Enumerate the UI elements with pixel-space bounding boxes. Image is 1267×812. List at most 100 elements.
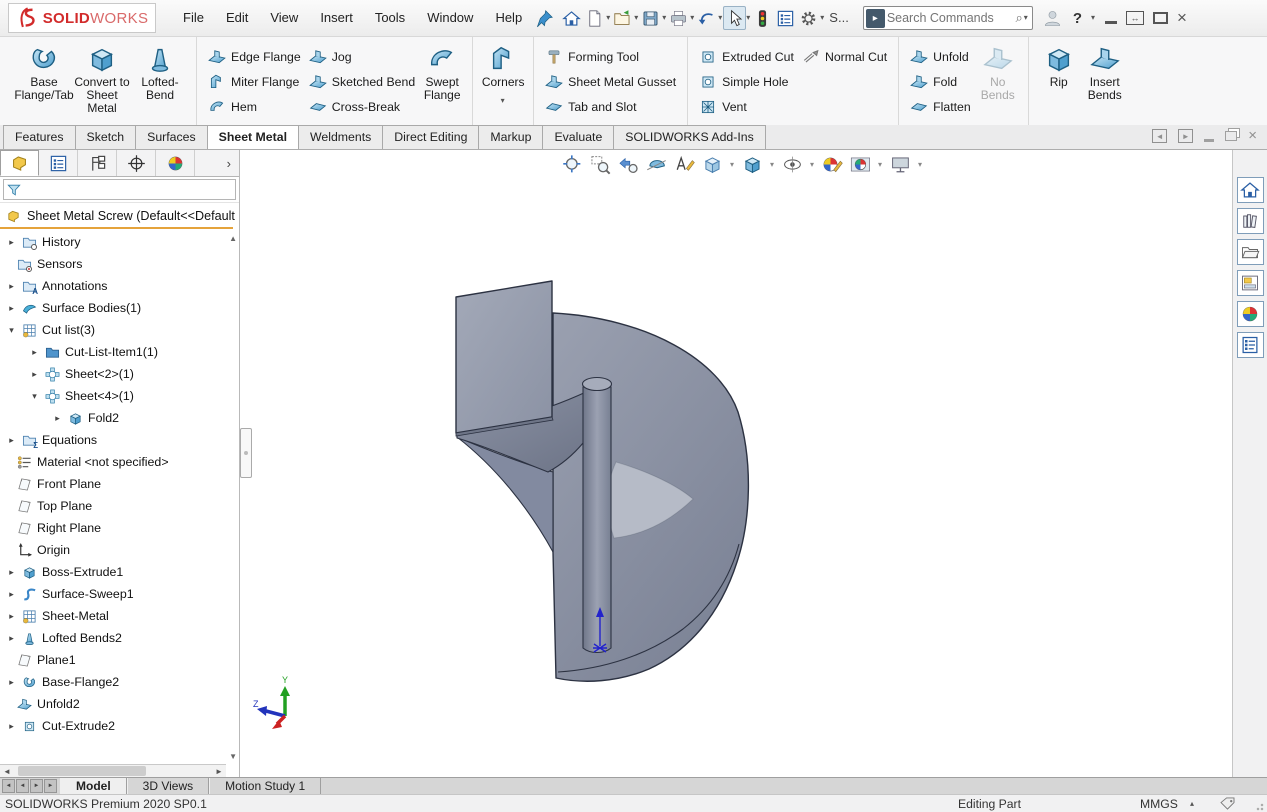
new-document-button[interactable]	[583, 6, 606, 30]
corners-caret-icon[interactable]: ▾	[501, 89, 505, 113]
normal-cut-button[interactable]: Normal Cut	[802, 46, 887, 67]
sheet-metal-gusset-button[interactable]: Sheet Metal Gusset	[545, 71, 676, 92]
tab-dimxpert[interactable]	[117, 150, 156, 176]
tree-item-cut-extrude2[interactable]: ▸Cut-Extrude2	[0, 715, 239, 737]
hide-show-items-icon[interactable]	[780, 152, 804, 176]
tab-features[interactable]: Features	[3, 125, 76, 149]
tree-item-surface-bodies[interactable]: ▸Surface Bodies(1)	[0, 297, 239, 319]
forming-tool-button[interactable]: Forming Tool	[545, 46, 676, 67]
tab-direct-editing[interactable]: Direct Editing	[382, 125, 479, 149]
tab-property-manager[interactable]	[39, 150, 78, 176]
tree-root-item[interactable]: Sheet Metal Screw (Default<<Default	[0, 206, 239, 226]
section-view-icon[interactable]	[644, 152, 668, 176]
base-flange-button[interactable]: Base Flange/Tab	[15, 39, 73, 102]
tree-horizontal-scrollbar[interactable]: ◄ ►	[0, 764, 226, 777]
fold-button[interactable]: Fold	[910, 71, 971, 92]
tree-item-front-plane[interactable]: Front Plane	[0, 473, 239, 495]
lofted-bend-button[interactable]: Lofted-Bend	[131, 39, 189, 102]
unfold-button[interactable]: Unfold	[910, 46, 971, 67]
display-style-icon[interactable]	[740, 152, 764, 176]
help-button[interactable]: ?	[1073, 10, 1082, 27]
edit-appearance-icon[interactable]	[820, 152, 844, 176]
print-button[interactable]	[667, 6, 690, 30]
undo-button[interactable]	[695, 6, 718, 30]
tab-sketch[interactable]: Sketch	[75, 125, 137, 149]
home-button[interactable]	[560, 6, 583, 30]
units-caret-icon[interactable]: ▴	[1190, 799, 1194, 808]
login-person-icon[interactable]	[1041, 6, 1064, 30]
save-caret-icon[interactable]: ▾	[662, 6, 666, 30]
tab-3d-views[interactable]: 3D Views	[127, 778, 209, 794]
minimize-button[interactable]	[1105, 21, 1117, 24]
appearances-scenes-icon[interactable]	[1237, 301, 1264, 327]
annotation-views-icon[interactable]	[672, 152, 696, 176]
tab-surfaces[interactable]: Surfaces	[135, 125, 208, 149]
splitter-handle[interactable]	[240, 428, 252, 478]
open-caret-icon[interactable]: ▾	[634, 6, 638, 30]
help-caret-icon[interactable]: ▾	[1091, 6, 1095, 30]
view-orientation-caret-icon[interactable]: ▾	[730, 160, 734, 169]
cross-break-button[interactable]: Cross-Break	[309, 96, 415, 117]
extruded-cut-button[interactable]: Extruded Cut	[699, 46, 794, 67]
toolbar-overflow[interactable]: S...	[825, 0, 853, 36]
last-tab-icon[interactable]: ►	[44, 779, 57, 793]
hem-button[interactable]: Hem	[208, 96, 301, 117]
tree-item-cut-list[interactable]: ▾Cut list(3)	[0, 319, 239, 341]
panel-tabs-chevron-icon[interactable]: ›	[219, 150, 239, 176]
viewport-canvas[interactable]: Y Z ▾ ▾ ▾ ▾ ▾	[252, 150, 1232, 777]
tab-sheet-metal[interactable]: Sheet Metal	[207, 125, 299, 149]
tree-item-sheet-metal[interactable]: ▸Sheet-Metal	[0, 605, 239, 627]
tab-display-manager[interactable]	[156, 150, 195, 176]
select-button[interactable]	[723, 6, 746, 30]
apply-scene-caret-icon[interactable]: ▾	[878, 160, 882, 169]
file-explorer-icon[interactable]	[1237, 239, 1264, 265]
sketched-bend-button[interactable]: Sketched Bend	[309, 71, 415, 92]
options-list-button[interactable]	[774, 6, 797, 30]
tree-item-plane1[interactable]: Plane1	[0, 649, 239, 671]
hide-show-caret-icon[interactable]: ▾	[810, 160, 814, 169]
simple-hole-button[interactable]: Simple Hole	[699, 71, 794, 92]
prev-tab-icon[interactable]: ◄	[16, 779, 29, 793]
close-button[interactable]: ×	[1177, 11, 1187, 25]
view-palette-icon[interactable]	[1237, 270, 1264, 296]
custom-properties-icon[interactable]	[1237, 332, 1264, 358]
select-caret-icon[interactable]: ▾	[746, 6, 750, 30]
vent-button[interactable]: Vent	[699, 96, 794, 117]
previous-view-icon[interactable]	[616, 152, 640, 176]
tab-weldments[interactable]: Weldments	[298, 125, 383, 149]
tree-item-annotations[interactable]: ▸AAnnotations	[0, 275, 239, 297]
doc-minimize-icon[interactable]	[1204, 139, 1214, 142]
design-library-icon[interactable]	[1237, 208, 1264, 234]
new-caret-icon[interactable]: ▾	[606, 6, 610, 30]
scrollbar-thumb[interactable]	[18, 766, 146, 776]
tree-item-cut-list-item1[interactable]: ▸Cut-List-Item1(1)	[0, 341, 239, 363]
tree-scroll-down-icon[interactable]: ▼	[229, 752, 237, 761]
tree-item-sheet2[interactable]: ▸Sheet<2>(1)	[0, 363, 239, 385]
tab-evaluate[interactable]: Evaluate	[542, 125, 614, 149]
settings-gear-button[interactable]	[797, 6, 820, 30]
menu-tools[interactable]: Tools	[364, 0, 416, 36]
open-button[interactable]	[611, 6, 634, 30]
first-tab-icon[interactable]: ◄	[2, 779, 15, 793]
tree-item-top-plane[interactable]: Top Plane	[0, 495, 239, 517]
tab-markup[interactable]: Markup	[478, 125, 543, 149]
panel-splitter[interactable]	[240, 150, 252, 777]
rebuild-button[interactable]	[751, 6, 774, 30]
display-style-caret-icon[interactable]: ▾	[770, 160, 774, 169]
tree-item-sensors[interactable]: Sensors	[0, 253, 239, 275]
scrollbar-track[interactable]	[14, 765, 212, 777]
tree-filter-input[interactable]	[3, 179, 236, 200]
rip-button[interactable]: Rip	[1036, 39, 1082, 89]
doc-close-icon[interactable]: ×	[1248, 130, 1257, 142]
menu-view[interactable]: View	[259, 0, 309, 36]
menu-help[interactable]: Help	[484, 0, 533, 36]
tree-scroll-up-icon[interactable]: ▲	[229, 234, 237, 243]
tree-item-boss-extrude1[interactable]: ▸Boss-Extrude1	[0, 561, 239, 583]
settings-caret-icon[interactable]: ▾	[820, 6, 824, 30]
tree-item-lofted-bends2[interactable]: ▸Lofted Bends2	[0, 627, 239, 649]
tab-configuration-manager[interactable]	[78, 150, 117, 176]
search-caret-icon[interactable]: ▾	[1024, 6, 1028, 30]
miter-flange-button[interactable]: Miter Flange	[208, 71, 301, 92]
tab-model[interactable]: Model	[60, 778, 127, 794]
view-settings-caret-icon[interactable]: ▾	[918, 160, 922, 169]
